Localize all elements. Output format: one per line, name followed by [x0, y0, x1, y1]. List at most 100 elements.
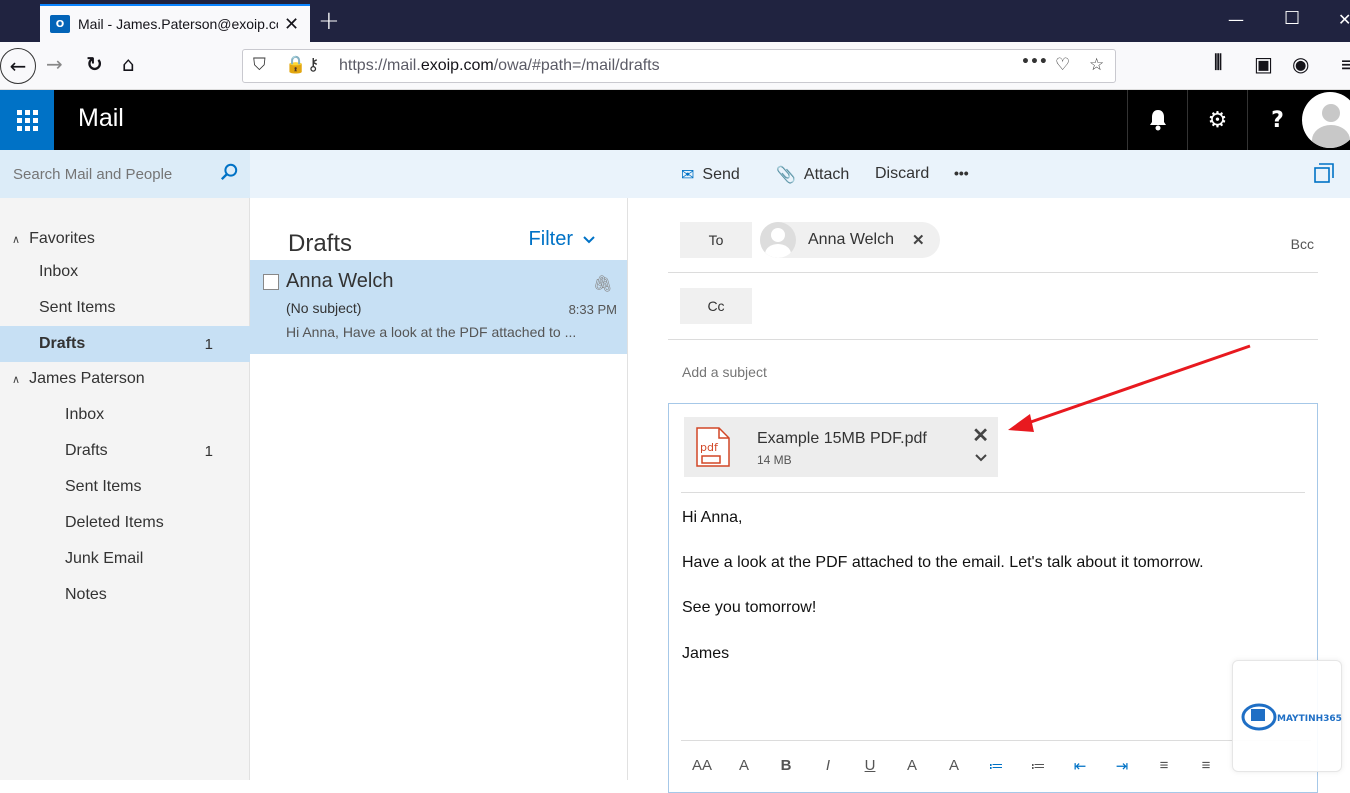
outlook-favicon-icon: O: [50, 15, 70, 33]
watermark-logo: MAYTINH365: [1232, 660, 1342, 772]
folder-deleted-items[interactable]: Deleted Items: [0, 505, 250, 541]
font-color-icon[interactable]: A: [933, 757, 975, 774]
message-body-editor[interactable]: pdf Example 15MB PDF.pdf 14 MB ✕ Hi Anna…: [668, 403, 1318, 793]
help-icon[interactable]: ?: [1247, 90, 1307, 150]
favorite-sent-items[interactable]: Sent Items: [0, 290, 250, 326]
app-launcher-icon[interactable]: [0, 90, 54, 150]
message-subject: (No subject): [286, 300, 362, 316]
underline-icon[interactable]: U: [849, 757, 891, 774]
remove-attachment-icon[interactable]: ✕: [972, 423, 989, 448]
bcc-button[interactable]: Bcc: [1291, 236, 1314, 252]
bold-icon[interactable]: B: [765, 757, 807, 774]
search-icon[interactable]: [220, 163, 238, 181]
divider: [668, 272, 1318, 273]
reload-icon[interactable]: ↻: [86, 52, 103, 76]
attach-label: Attach: [803, 166, 850, 183]
folder-notes[interactable]: Notes: [0, 577, 250, 613]
more-actions-button[interactable]: •••: [954, 165, 969, 181]
tab-close-icon[interactable]: ✕: [284, 14, 299, 35]
new-tab-button[interactable]: +: [318, 6, 340, 36]
filter-button[interactable]: Filter: [529, 228, 595, 251]
subject-input[interactable]: [682, 364, 1282, 380]
pocket-icon[interactable]: ♡: [1055, 55, 1070, 75]
recipient-avatar: [760, 222, 796, 258]
browser-tab[interactable]: O Mail - James.Paterson@exoip.co ✕: [40, 4, 310, 42]
command-bar: ✉ Send 📎 Attach Discard •••: [0, 150, 1350, 198]
notifications-bell-icon[interactable]: [1127, 90, 1187, 150]
bullets-icon[interactable]: ≔: [975, 757, 1017, 775]
close-window-icon[interactable]: ✕: [1338, 10, 1350, 29]
settings-gear-icon[interactable]: ⚙: [1187, 90, 1247, 150]
attach-button[interactable]: 📎 Attach: [776, 165, 849, 185]
align-center-icon[interactable]: ≡: [1185, 757, 1227, 774]
paperclip-icon: 📎: [776, 167, 796, 184]
folder-junk-email[interactable]: Junk Email: [0, 541, 250, 577]
folder-label: Deleted Items: [65, 514, 164, 531]
highlight-icon[interactable]: A: [891, 757, 933, 774]
browser-toolbar: ← → ↻ ⌂ ⛉ 🔒 ⚷ https://mail.exoip.com/owa…: [0, 42, 1350, 90]
favorite-inbox[interactable]: Inbox: [0, 254, 250, 290]
shield-icon[interactable]: ⛉: [253, 55, 266, 75]
forward-arrow-icon[interactable]: →: [46, 52, 63, 76]
search-input[interactable]: [13, 165, 213, 183]
send-envelope-icon: ✉: [681, 167, 695, 184]
recipient-chip[interactable]: Anna Welch ✕: [760, 222, 940, 258]
chevron-down-icon[interactable]: [974, 451, 988, 465]
message-checkbox[interactable]: [263, 274, 279, 290]
popout-window-icon[interactable]: [1314, 163, 1334, 183]
remove-recipient-icon[interactable]: ✕: [912, 231, 925, 249]
align-left-icon[interactable]: ≡: [1143, 757, 1185, 774]
message-sender: Anna Welch: [286, 270, 394, 292]
folder-drafts[interactable]: Drafts 1: [0, 433, 250, 469]
search-box: [0, 150, 250, 198]
account-header[interactable]: ∧ James Paterson: [0, 361, 250, 397]
key-icon[interactable]: ⚷: [307, 55, 319, 75]
folder-pane: ∧ Favorites Inbox Sent Items Drafts 1 ∧ …: [0, 198, 250, 780]
account-label: James Paterson: [29, 370, 145, 387]
page-actions-icon[interactable]: •••: [1021, 54, 1048, 70]
folder-inbox[interactable]: Inbox: [0, 397, 250, 433]
chevron-down-icon: [583, 235, 595, 243]
favorite-drafts[interactable]: Drafts 1: [0, 326, 250, 362]
folder-label: Sent Items: [65, 478, 142, 495]
send-button[interactable]: ✉ Send: [681, 165, 740, 185]
divider: [681, 492, 1305, 493]
message-row[interactable]: Anna Welch 🖇 (No subject) 8:33 PM Hi Ann…: [250, 260, 627, 354]
body-line: See you tomorrow!: [682, 599, 817, 616]
italic-icon[interactable]: I: [807, 757, 849, 774]
body-line: Hi Anna,: [682, 509, 743, 526]
home-icon[interactable]: ⌂: [122, 52, 135, 76]
folder-sent-items[interactable]: Sent Items: [0, 469, 250, 505]
decrease-indent-icon[interactable]: ⇤: [1059, 757, 1101, 775]
account-icon[interactable]: ◉: [1292, 52, 1309, 76]
folder-label: Notes: [65, 586, 107, 603]
increase-indent-icon[interactable]: ⇥: [1101, 757, 1143, 775]
maximize-icon[interactable]: ☐: [1284, 8, 1300, 29]
minimize-icon[interactable]: —: [1228, 10, 1244, 29]
back-arrow-icon[interactable]: ←: [0, 48, 36, 84]
collapse-caret-icon: ∧: [12, 233, 21, 246]
message-list: Drafts Filter Anna Welch 🖇 (No subject) …: [250, 198, 628, 780]
attachment-paperclip-icon: 🖇: [592, 276, 613, 293]
numbering-icon[interactable]: ≔: [1017, 757, 1059, 775]
folder-label: Junk Email: [65, 550, 144, 567]
folder-label: Drafts: [65, 442, 108, 459]
favorites-label: Favorites: [29, 230, 95, 247]
cc-button[interactable]: Cc: [680, 288, 752, 324]
url-text: https://mail.exoip.com/owa/#path=/mail/d…: [339, 57, 660, 74]
recipient-name: Anna Welch: [808, 231, 894, 248]
to-button[interactable]: To: [680, 222, 752, 258]
attachment-card[interactable]: pdf Example 15MB PDF.pdf 14 MB ✕: [684, 417, 998, 477]
font-size-icon[interactable]: AA: [681, 757, 723, 774]
discard-button[interactable]: Discard: [875, 165, 929, 183]
library-icon[interactable]: ⫼: [1214, 52, 1222, 73]
pdf-file-icon: pdf: [696, 427, 730, 467]
url-bar[interactable]: ⛉ 🔒 ⚷ https://mail.exoip.com/owa/#path=/…: [242, 49, 1116, 83]
bookmark-star-icon[interactable]: ☆: [1089, 55, 1104, 75]
favorites-header[interactable]: ∧ Favorites: [0, 221, 250, 257]
lock-warning-icon[interactable]: 🔒: [285, 55, 306, 75]
user-avatar[interactable]: [1302, 92, 1350, 148]
menu-icon[interactable]: ≡: [1340, 52, 1350, 76]
sidebar-icon[interactable]: ▣: [1254, 52, 1273, 76]
grow-font-icon[interactable]: A: [723, 757, 765, 774]
